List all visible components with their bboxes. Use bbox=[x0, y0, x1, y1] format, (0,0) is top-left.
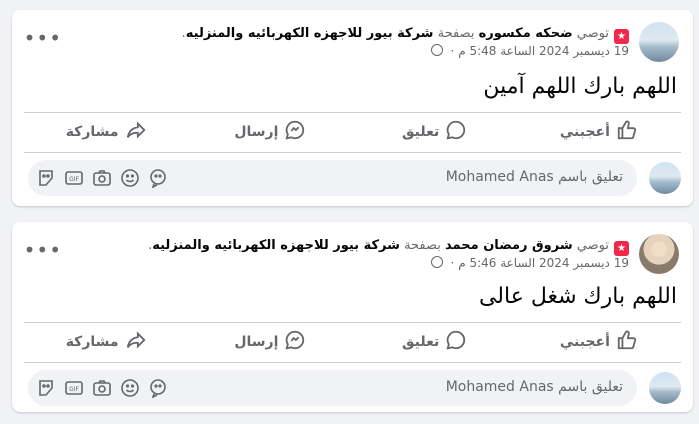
comment-placeholder: تعليق باسم Mohamed Anas bbox=[445, 169, 623, 185]
send-button[interactable]: إرسال bbox=[188, 112, 352, 152]
post-meta: 19 ديسمبر 2024 الساعة 5:48 م · bbox=[430, 44, 629, 58]
comment-placeholder: تعليق باسم Mohamed Anas bbox=[445, 379, 623, 395]
comment-input[interactable]: تعليق باسم Mohamed Anas GIF bbox=[28, 370, 637, 406]
globe-icon bbox=[430, 44, 443, 56]
post-card: ★ توصي ضحكه مكسوره بصفحة شركة بيور للاجهز… bbox=[12, 10, 693, 206]
composer-icons: GIF bbox=[36, 378, 168, 399]
like-icon bbox=[616, 119, 638, 145]
post-text: اللهم بارك شغل عالى bbox=[478, 284, 677, 309]
comment-button[interactable]: تعليق bbox=[353, 112, 517, 152]
composer-icons: GIF bbox=[36, 168, 168, 189]
recommend-label: توصي bbox=[576, 238, 609, 253]
comment-input[interactable]: تعليق باسم Mohamed Anas GIF bbox=[28, 160, 637, 196]
camera-icon[interactable] bbox=[92, 378, 112, 398]
on-page-label: بصفحة bbox=[437, 26, 475, 41]
current-user-avatar[interactable] bbox=[649, 372, 681, 404]
post-timestamp[interactable]: 19 ديسمبر 2024 الساعة 5:48 م bbox=[458, 44, 629, 58]
camera-icon[interactable] bbox=[92, 168, 112, 188]
post-actions: أعجبني تعليق إرسال مشاركة bbox=[24, 322, 681, 362]
post-header: ★ توصي شروق رمضان محمد بصفحة شركة بيور لل… bbox=[24, 232, 681, 276]
post-title: ★ توصي شروق رمضان محمد بصفحة شركة بيور لل… bbox=[148, 237, 629, 256]
share-button[interactable]: مشاركة bbox=[24, 322, 188, 362]
meta-separator: · bbox=[450, 256, 455, 270]
post-header: ★ توصي ضحكه مكسوره بصفحة شركة بيور للاجهز… bbox=[24, 20, 681, 64]
author-name[interactable]: شروق رمضان محمد bbox=[445, 238, 573, 253]
share-icon bbox=[125, 119, 147, 145]
send-label: إرسال bbox=[234, 334, 279, 350]
gif-icon[interactable]: GIF bbox=[64, 378, 84, 398]
post-title: ★ توصي ضحكه مكسوره بصفحة شركة بيور للاجهز… bbox=[182, 25, 629, 44]
recommend-badge-icon: ★ bbox=[614, 29, 629, 44]
page-name[interactable]: شركة بيور للاجهزه الكهربائيه والمنزليه bbox=[186, 26, 434, 41]
comment-icon bbox=[445, 119, 467, 145]
comment-composer: تعليق باسم Mohamed Anas GIF bbox=[24, 368, 681, 412]
emoji-icon[interactable] bbox=[120, 378, 140, 398]
share-button[interactable]: مشاركة bbox=[24, 112, 188, 152]
comment-composer: تعليق باسم Mohamed Anas GIF bbox=[24, 158, 681, 202]
current-user-avatar[interactable] bbox=[649, 162, 681, 194]
send-button[interactable]: إرسال bbox=[188, 322, 352, 362]
post-card: ★ توصي شروق رمضان محمد بصفحة شركة بيور لل… bbox=[12, 222, 693, 412]
svg-text:GIF: GIF bbox=[69, 176, 79, 183]
page-name[interactable]: شركة بيور للاجهزه الكهربائيه والمنزليه bbox=[152, 238, 400, 253]
divider bbox=[24, 362, 681, 363]
comment-label: تعليق bbox=[402, 124, 440, 140]
sticker-icon[interactable] bbox=[36, 378, 56, 398]
comment-button[interactable]: تعليق bbox=[353, 322, 517, 362]
comment-label: تعليق bbox=[402, 334, 440, 350]
globe-icon bbox=[430, 256, 443, 268]
post-actions: أعجبني تعليق إرسال مشاركة bbox=[24, 112, 681, 152]
divider bbox=[24, 152, 681, 153]
like-label: أعجبني bbox=[559, 124, 610, 140]
like-label: أعجبني bbox=[559, 334, 610, 350]
post-timestamp[interactable]: 19 ديسمبر 2024 الساعة 5:46 م bbox=[458, 256, 629, 270]
on-page-label: بصفحة bbox=[404, 238, 441, 253]
sticker-icon[interactable] bbox=[36, 168, 56, 188]
send-label: إرسال bbox=[234, 124, 279, 140]
share-label: مشاركة bbox=[65, 334, 119, 350]
avatar-sticker-icon[interactable] bbox=[148, 378, 168, 399]
comment-icon bbox=[445, 329, 467, 355]
gif-icon[interactable]: GIF bbox=[64, 168, 84, 188]
recommend-badge-icon: ★ bbox=[614, 241, 629, 256]
send-icon bbox=[284, 329, 306, 355]
author-name[interactable]: ضحكه مكسوره bbox=[479, 26, 573, 41]
svg-text:GIF: GIF bbox=[69, 386, 79, 393]
recommend-label: توصي bbox=[576, 26, 609, 41]
post-meta: 19 ديسمبر 2024 الساعة 5:46 م · bbox=[430, 256, 629, 270]
post-text: اللهم بارك اللهم آمين bbox=[483, 74, 677, 99]
author-avatar[interactable] bbox=[639, 234, 679, 274]
share-label: مشاركة bbox=[65, 124, 119, 140]
like-button[interactable]: أعجبني bbox=[517, 112, 681, 152]
like-button[interactable]: أعجبني bbox=[517, 322, 681, 362]
send-icon bbox=[284, 119, 306, 145]
emoji-icon[interactable] bbox=[120, 168, 140, 188]
share-icon bbox=[125, 329, 147, 355]
like-icon bbox=[616, 329, 638, 355]
meta-separator: · bbox=[450, 44, 455, 58]
more-icon[interactable]: ••• bbox=[24, 240, 62, 264]
avatar-sticker-icon[interactable] bbox=[148, 168, 168, 189]
author-avatar[interactable] bbox=[639, 22, 679, 62]
more-icon[interactable]: ••• bbox=[24, 28, 62, 52]
